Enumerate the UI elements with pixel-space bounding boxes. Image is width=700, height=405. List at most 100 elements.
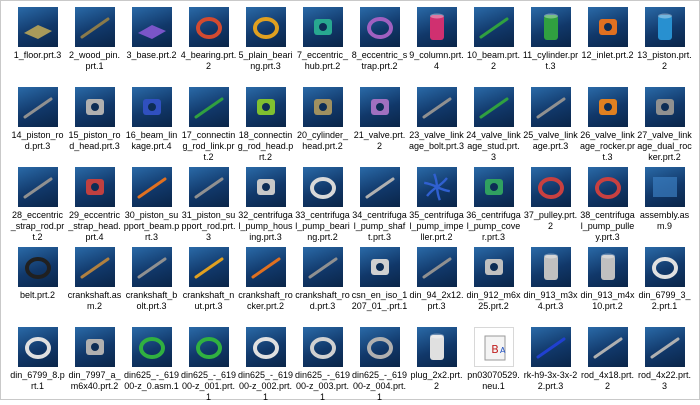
file-item[interactable]: 21_valve.prt.2 xyxy=(351,85,408,165)
file-item[interactable]: crankshaft.asm.2 xyxy=(66,245,123,325)
file-item[interactable]: rod_4x22.prt.3 xyxy=(636,325,693,405)
file-item[interactable]: assembly.asm.9 xyxy=(636,165,693,245)
eccentric-strap-head-icon xyxy=(74,167,115,207)
file-item[interactable]: din_913_m4x10.prt.2 xyxy=(579,245,636,325)
file-item[interactable]: din625_-_61900-z_002.prt.1 xyxy=(237,325,294,405)
file-name-label: 4_bearing.prt.2 xyxy=(180,50,237,71)
file-item[interactable]: crankshaft_nut.prt.3 xyxy=(180,245,237,325)
file-name-label: din625_-_61900-z_0.asm.1 xyxy=(123,370,180,391)
file-item[interactable]: din_912_m6x25.prt.2 xyxy=(465,245,522,325)
file-item[interactable]: 28_eccentric_strap_rod.prt.2 xyxy=(9,165,66,245)
file-item[interactable]: B Apn03070529.neu.1 xyxy=(465,325,522,405)
file-name-label: 29_eccentric_strap_head.prt.4 xyxy=(68,210,121,242)
file-name-label: 13_piston.prt.2 xyxy=(637,50,692,71)
file-item[interactable]: 30_piston_support_beam.prt.3 xyxy=(123,165,180,245)
file-item[interactable]: din_94_2x12.prt.3 xyxy=(408,245,465,325)
file-item[interactable]: 12_inlet.prt.2 xyxy=(579,5,636,85)
column-icon xyxy=(416,7,457,47)
piston-support-beam-icon xyxy=(131,167,172,207)
file-name-label: 20_cylinder_head.prt.2 xyxy=(296,130,349,151)
file-item[interactable]: 27_valve_linkage_dual_rocker.prt.2 xyxy=(636,85,693,165)
file-name-label: din_913_m3x4.prt.3 xyxy=(523,290,578,311)
file-item[interactable]: din625_-_61900-z_004.prt.1 xyxy=(351,325,408,405)
file-item[interactable]: 20_cylinder_head.prt.2 xyxy=(294,85,351,165)
file-item[interactable]: belt.prt.2 xyxy=(9,245,66,325)
file-item[interactable]: rk-h9-3x-3x-22.prt.3 xyxy=(522,325,579,405)
file-item[interactable]: din_6799_3_2.prt.1 xyxy=(636,245,693,325)
file-item[interactable]: din_7997_a_m6x40.prt.2 xyxy=(66,325,123,405)
file-item[interactable]: 34_centrifugal_pump_shaft.prt.3 xyxy=(351,165,408,245)
crankshaft-rod-icon xyxy=(302,247,343,287)
file-name-label: din_912_m6x25.prt.2 xyxy=(466,290,521,311)
file-item[interactable]: 25_valve_linkage.prt.3 xyxy=(522,85,579,165)
file-item[interactable]: 38_centrifugal_pump_pulley.prt.3 xyxy=(579,165,636,245)
file-item[interactable]: din625_-_61900-z_001.prt.1 xyxy=(180,325,237,405)
file-name-label: 5_plain_bearing.prt.3 xyxy=(238,50,293,71)
file-item[interactable]: csn_en_iso_1207_01_.prt.1 xyxy=(351,245,408,325)
file-item[interactable]: din_6799_8.prt.1 xyxy=(9,325,66,405)
beam-linkage-icon xyxy=(131,87,172,127)
file-name-label: 18_connecting_rod_head.prt.2 xyxy=(237,130,294,162)
file-name-label: 37_pulley.prt.2 xyxy=(523,210,578,231)
file-item[interactable]: rod_4x18.prt.2 xyxy=(579,325,636,405)
socket-screw-icon xyxy=(473,247,514,287)
file-name-label: 34_centrifugal_pump_shaft.prt.3 xyxy=(352,210,407,242)
file-item[interactable]: plug_2x2.prt.2 xyxy=(408,325,465,405)
file-item[interactable]: 3_base.prt.2 xyxy=(123,5,180,85)
retaining-washer-icon xyxy=(644,247,685,287)
valve-linkage-icon xyxy=(530,87,571,127)
file-name-label: 26_valve_linkage_rocker.prt.3 xyxy=(579,130,636,162)
inlet-icon xyxy=(587,7,628,47)
file-name-label: din_6799_8.prt.1 xyxy=(10,370,65,391)
file-item[interactable]: 23_valve_linkage_bolt.prt.3 xyxy=(408,85,465,165)
belt-icon xyxy=(17,247,58,287)
file-item[interactable]: 11_cylinder.prt.3 xyxy=(522,5,579,85)
file-item[interactable]: din625_-_61900-z_003.prt.1 xyxy=(294,325,351,405)
file-item[interactable]: 8_eccentric_strap.prt.2 xyxy=(351,5,408,85)
file-name-label: 35_centrifugal_pump_impeller.prt.2 xyxy=(409,210,464,242)
file-item[interactable]: 35_centrifugal_pump_impeller.prt.2 xyxy=(408,165,465,245)
file-item[interactable]: 33_centrifugal_pump_bearing.prt.2 xyxy=(294,165,351,245)
file-item[interactable]: crankshaft_bolt.prt.3 xyxy=(123,245,180,325)
file-item[interactable]: 24_valve_linkage_stud.prt.3 xyxy=(465,85,522,165)
file-name-label: 16_beam_linkage.prt.4 xyxy=(125,130,178,151)
bearing-block-icon xyxy=(188,7,229,47)
floor-plate-icon xyxy=(17,7,58,47)
piston-rod-head-icon xyxy=(74,87,115,127)
crankshaft-nut-icon xyxy=(188,247,229,287)
file-item[interactable]: 2_wood_pin.prt.1 xyxy=(66,5,123,85)
file-item[interactable]: 29_eccentric_strap_head.prt.4 xyxy=(66,165,123,245)
file-item[interactable]: 5_plain_bearing.prt.3 xyxy=(237,5,294,85)
file-name-label: 8_eccentric_strap.prt.2 xyxy=(351,50,408,71)
file-item[interactable]: 10_beam.prt.2 xyxy=(465,5,522,85)
file-item[interactable]: 7_eccentric_hub.prt.2 xyxy=(294,5,351,85)
file-name-label: din_6799_3_2.prt.1 xyxy=(638,290,691,311)
file-item[interactable]: 9_column.prt.4 xyxy=(408,5,465,85)
file-item[interactable]: 15_piston_rod_head.prt.3 xyxy=(66,85,123,165)
file-item[interactable]: 13_piston.prt.2 xyxy=(636,5,693,85)
file-item[interactable]: 17_connecting_rod_link.prt.2 xyxy=(180,85,237,165)
file-item[interactable]: 4_bearing.prt.2 xyxy=(180,5,237,85)
file-item[interactable]: 18_connecting_rod_head.prt.2 xyxy=(237,85,294,165)
file-item[interactable]: 37_pulley.prt.2 xyxy=(522,165,579,245)
file-item[interactable]: din_913_m3x4.prt.3 xyxy=(522,245,579,325)
file-name-label: assembly.asm.9 xyxy=(639,210,690,231)
file-name-label: 9_column.prt.4 xyxy=(409,50,464,71)
file-name-label: belt.prt.2 xyxy=(19,290,56,300)
file-item[interactable]: crankshaft_rocker.prt.2 xyxy=(237,245,294,325)
file-item[interactable]: 16_beam_linkage.prt.4 xyxy=(123,85,180,165)
file-item[interactable]: 31_piston_support_rod.prt.3 xyxy=(180,165,237,245)
file-item[interactable]: 14_piston_rod.prt.3 xyxy=(9,85,66,165)
file-item[interactable]: 1_floor.prt.3 xyxy=(9,5,66,85)
file-name-label: 32_centrifugal_pump_housing.prt.3 xyxy=(238,210,293,242)
file-item[interactable]: 26_valve_linkage_rocker.prt.3 xyxy=(579,85,636,165)
valve-linkage-rocker-icon xyxy=(587,87,628,127)
file-item[interactable]: din625_-_61900-z_0.asm.1 xyxy=(123,325,180,405)
svg-text:A: A xyxy=(500,346,506,355)
pump-pulley-icon xyxy=(587,167,628,207)
screw-icon xyxy=(359,247,400,287)
file-item[interactable]: 32_centrifugal_pump_housing.prt.3 xyxy=(237,165,294,245)
file-name-label: din_7997_a_m6x40.prt.2 xyxy=(68,370,121,391)
file-item[interactable]: crankshaft_rod.prt.3 xyxy=(294,245,351,325)
file-item[interactable]: 36_centrifugal_pump_cover.prt.3 xyxy=(465,165,522,245)
